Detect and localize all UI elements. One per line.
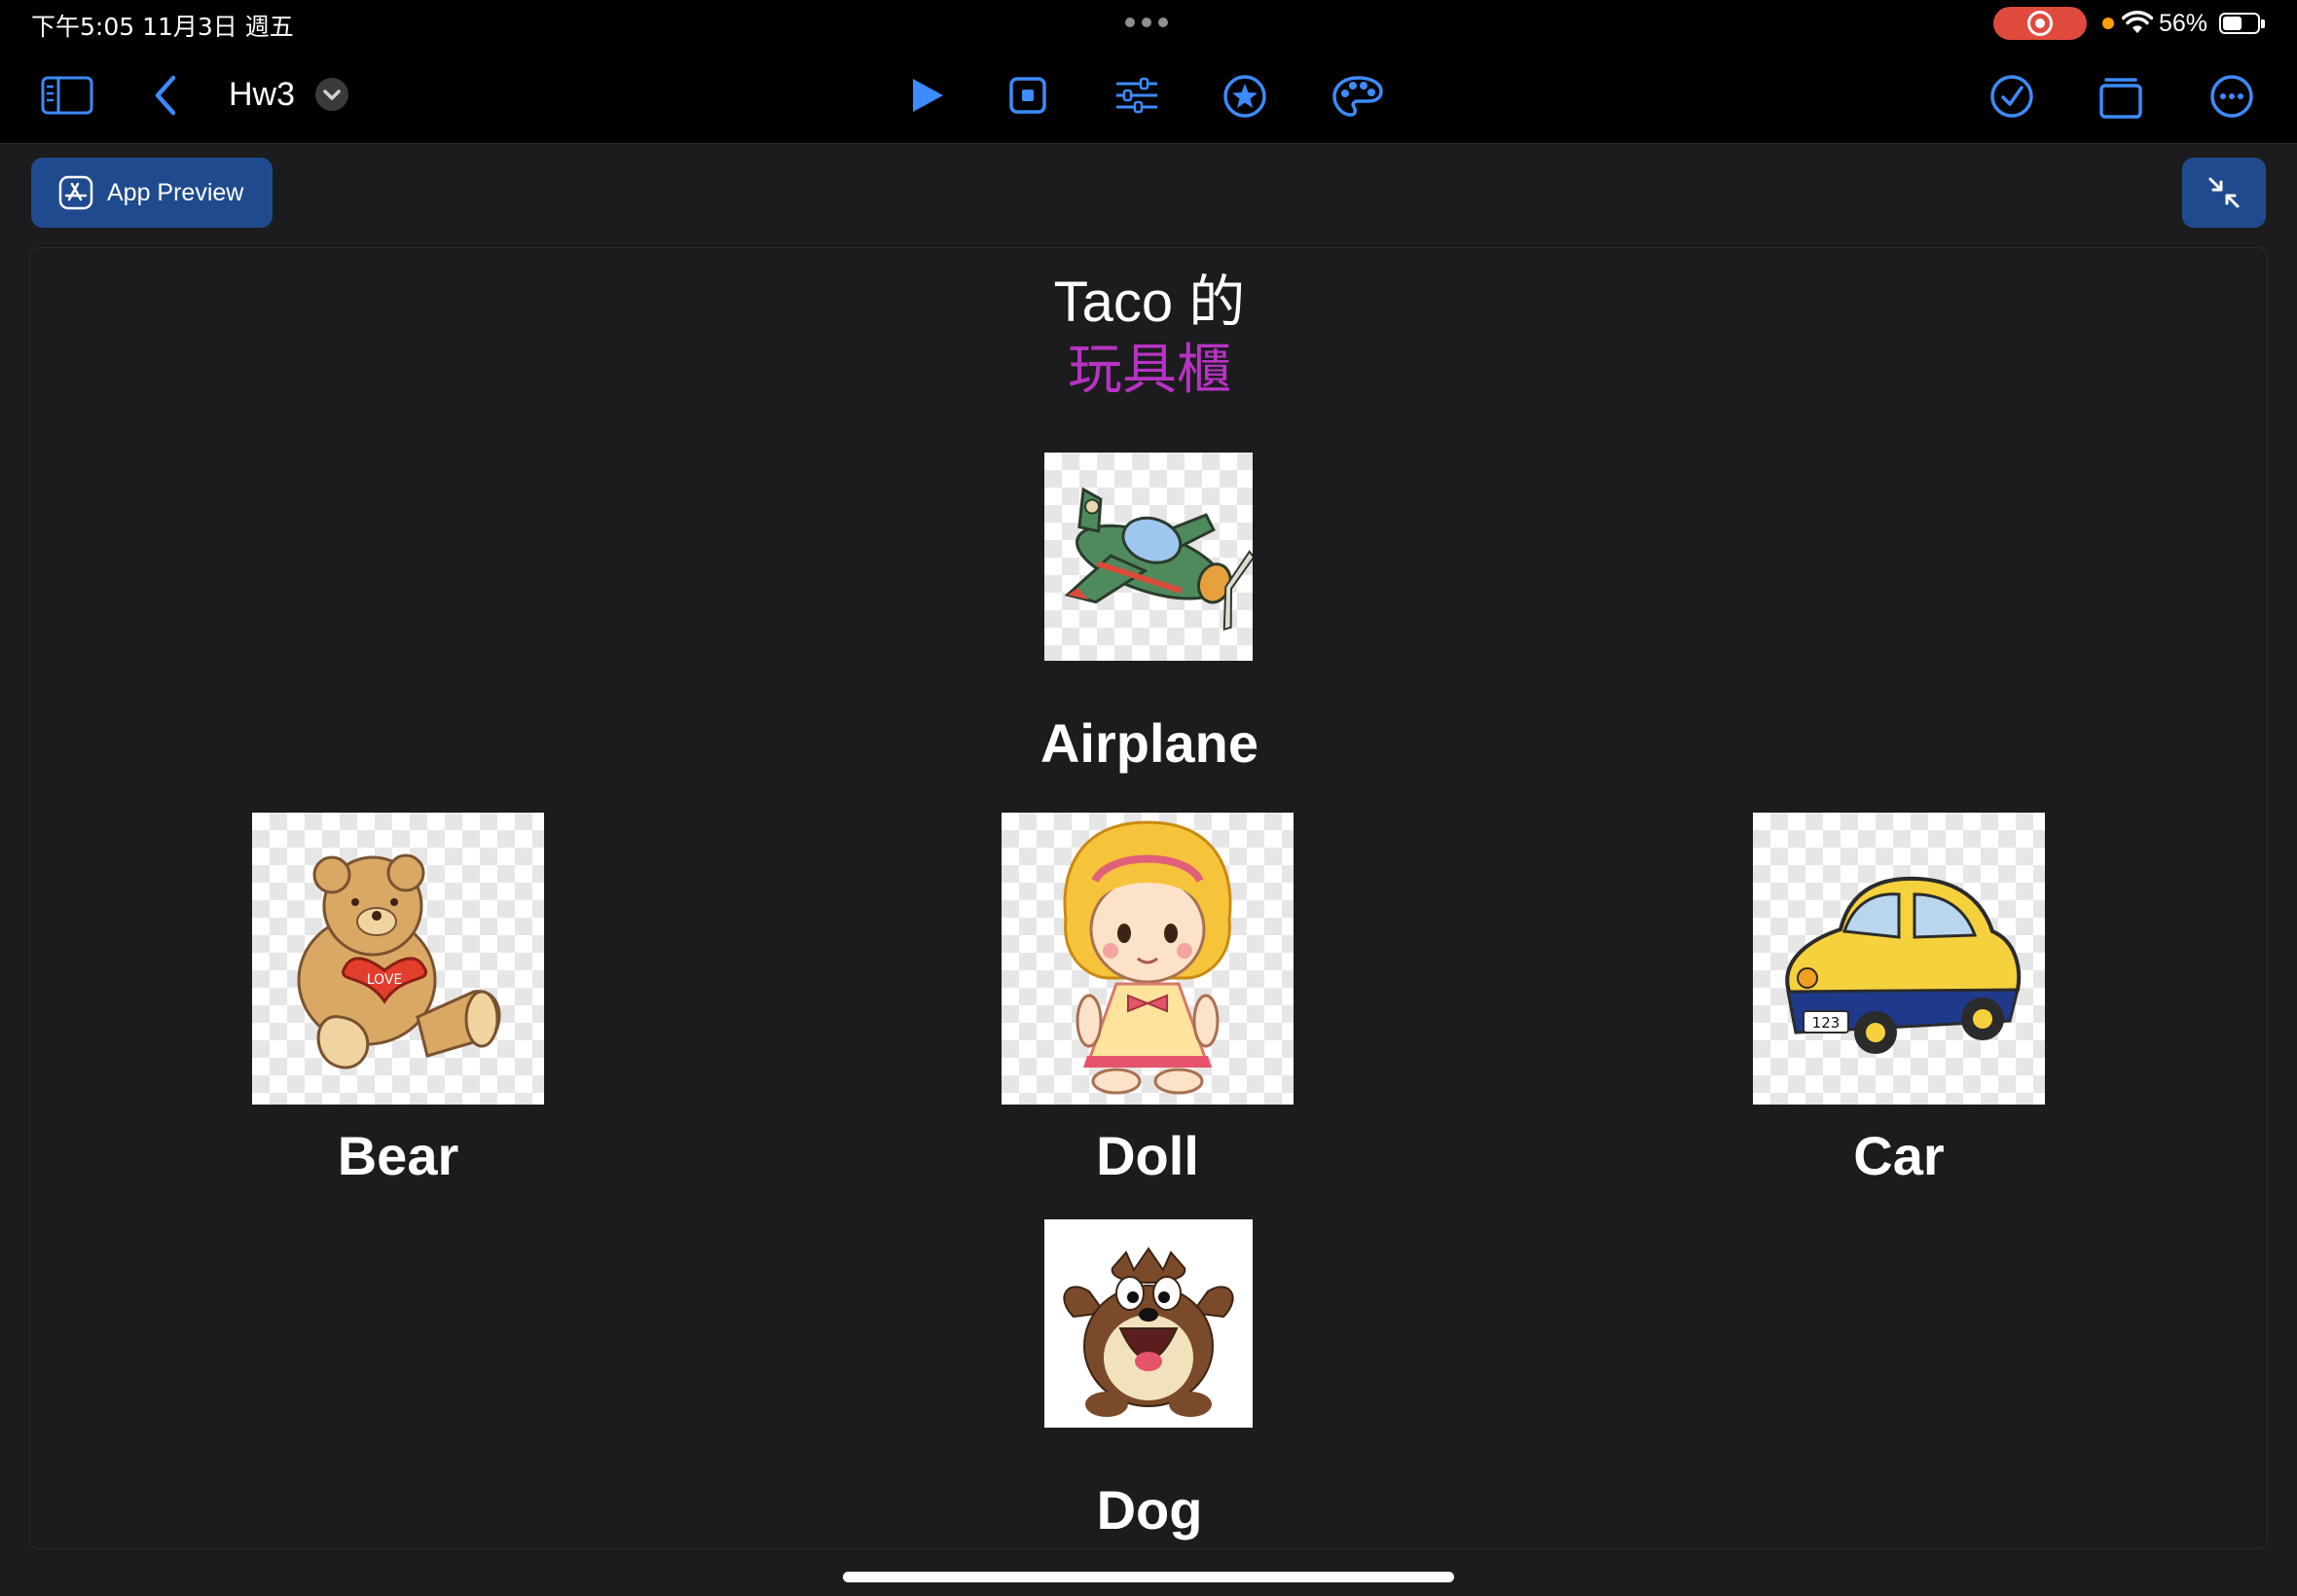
star-icon [1223,75,1266,118]
airplane-label: Airplane [1039,712,1259,774]
battery-fill [2223,17,2242,30]
doll-image [1002,813,1294,1105]
car-label: Car [1853,1125,1945,1186]
play-icon [913,79,943,112]
toolbar: Hw3 [0,47,2297,144]
dog-label: Dog [1096,1479,1203,1541]
more-button[interactable] [2209,74,2254,119]
ipad-screen: 下午5:05 11月3日 週五 56% Hw3 App Preview Taco… [0,0,2297,1596]
palette-icon [1332,76,1383,117]
status-time: 下午5:05 11月3日 週五 [31,13,294,41]
project-menu-button[interactable] [315,78,348,111]
record-icon [2027,11,2053,36]
home-indicator[interactable] [843,1572,1454,1582]
sidebar-toggle-button[interactable] [41,76,93,115]
app-preview-canvas: Taco 的 玩具櫃 Airplane LOVE Bear Doll 123 C… [29,247,2268,1549]
run-button[interactable] [909,76,946,115]
svg-text:LOVE: LOVE [367,972,403,988]
dog-image [1044,1219,1253,1428]
status-bar: 下午5:05 11月3日 週五 56% [0,0,2297,47]
app-subtitle: 玩具櫃 [1068,339,1231,402]
pages-button[interactable] [2098,74,2143,119]
doll-label: Doll [1096,1125,1199,1186]
appearance-button[interactable] [1331,74,1384,119]
battery-nub [2261,19,2265,28]
stop-button[interactable] [1008,76,1047,115]
done-button[interactable] [1989,74,2034,119]
bear-image: LOVE [252,813,544,1105]
app-preview-button[interactable]: App Preview [31,158,273,228]
car-image: 123 [1753,813,2045,1105]
collapse-preview-button[interactable] [2182,158,2266,228]
back-chevron-icon [155,75,176,116]
more-icon [2210,75,2253,118]
pages-icon [2099,78,2142,119]
sidebar-icon [41,76,93,115]
bear-label: Bear [337,1125,459,1186]
app-store-icon [58,175,93,210]
project-title[interactable]: Hw3 [229,76,295,114]
back-button[interactable] [152,74,181,117]
airplane-image [1044,453,1253,661]
app-preview-label: App Preview [107,178,244,206]
multitasking-dots-icon[interactable] [1125,18,1168,27]
wifi-icon [2122,11,2153,33]
collapse-icon [2208,177,2240,208]
svg-text:123: 123 [1812,1014,1841,1032]
sliders-icon [1116,77,1157,114]
battery-percent: 56% [2159,10,2208,37]
battery-icon [2219,13,2260,34]
chevron-down-icon [323,90,341,100]
settings-button[interactable] [1113,76,1160,115]
mic-indicator-dot [2102,18,2114,29]
favorites-button[interactable] [1222,74,1267,119]
stop-icon [1009,77,1046,114]
checkmark-circle-icon [1990,75,2033,118]
screen-record-indicator[interactable] [1993,7,2087,40]
